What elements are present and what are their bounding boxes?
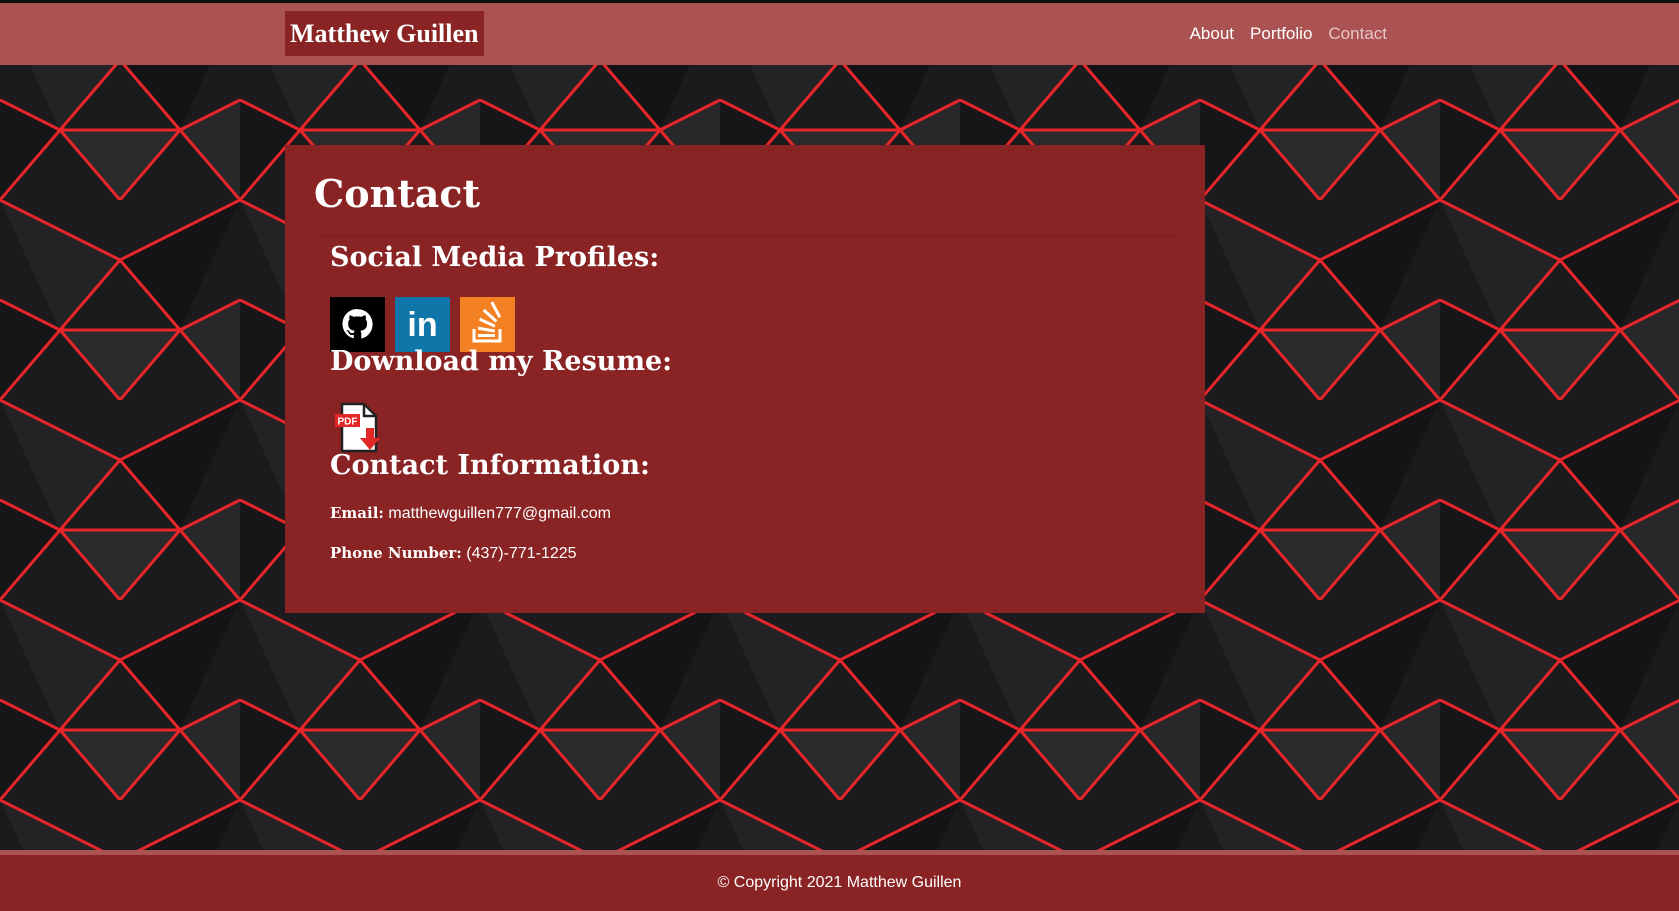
nav-menu: About Portfolio Contact bbox=[1190, 3, 1387, 65]
nav-link-portfolio[interactable]: Portfolio bbox=[1250, 24, 1312, 44]
footer-copyright: © Copyright 2021 Matthew Guillen bbox=[717, 874, 962, 891]
phone-value[interactable]: (437)-771-1225 bbox=[466, 545, 576, 562]
email-line: Email: matthewguillen777@gmail.com bbox=[330, 504, 611, 523]
nav-link-contact[interactable]: Contact bbox=[1328, 24, 1387, 44]
navbar: Matthew Guillen About Portfolio Contact bbox=[0, 3, 1679, 65]
linkedin-icon: in bbox=[395, 297, 450, 352]
stackoverflow-link[interactable] bbox=[460, 297, 515, 352]
stackoverflow-icon bbox=[460, 297, 515, 352]
linkedin-icon-text: in bbox=[407, 306, 437, 344]
github-link[interactable] bbox=[330, 297, 385, 352]
title-divider bbox=[314, 236, 1176, 237]
phone-line: Phone Number: (437)-771-1225 bbox=[330, 544, 577, 563]
email-label: Email: bbox=[330, 504, 384, 522]
contact-info-heading: Contact Information: bbox=[330, 450, 650, 481]
contact-card: Contact Social Media Profiles: in Downlo… bbox=[285, 145, 1205, 613]
nav-link-about[interactable]: About bbox=[1190, 24, 1234, 44]
linkedin-link[interactable]: in bbox=[395, 297, 450, 352]
resume-heading: Download my Resume: bbox=[330, 346, 673, 377]
resume-download-link[interactable]: PDF bbox=[330, 400, 385, 455]
footer: © Copyright 2021 Matthew Guillen bbox=[0, 855, 1679, 911]
pdf-download-icon: PDF bbox=[335, 402, 380, 453]
pdf-icon-text: PDF bbox=[338, 417, 358, 428]
email-value[interactable]: matthewguillen777@gmail.com bbox=[388, 505, 611, 522]
page-title: Contact bbox=[314, 171, 481, 216]
social-links: in bbox=[330, 297, 515, 352]
brand-logo-link[interactable]: Matthew Guillen bbox=[285, 11, 484, 56]
social-media-heading: Social Media Profiles: bbox=[330, 242, 660, 273]
top-edge bbox=[0, 0, 1679, 3]
github-icon bbox=[330, 297, 385, 352]
phone-label: Phone Number: bbox=[330, 544, 462, 562]
